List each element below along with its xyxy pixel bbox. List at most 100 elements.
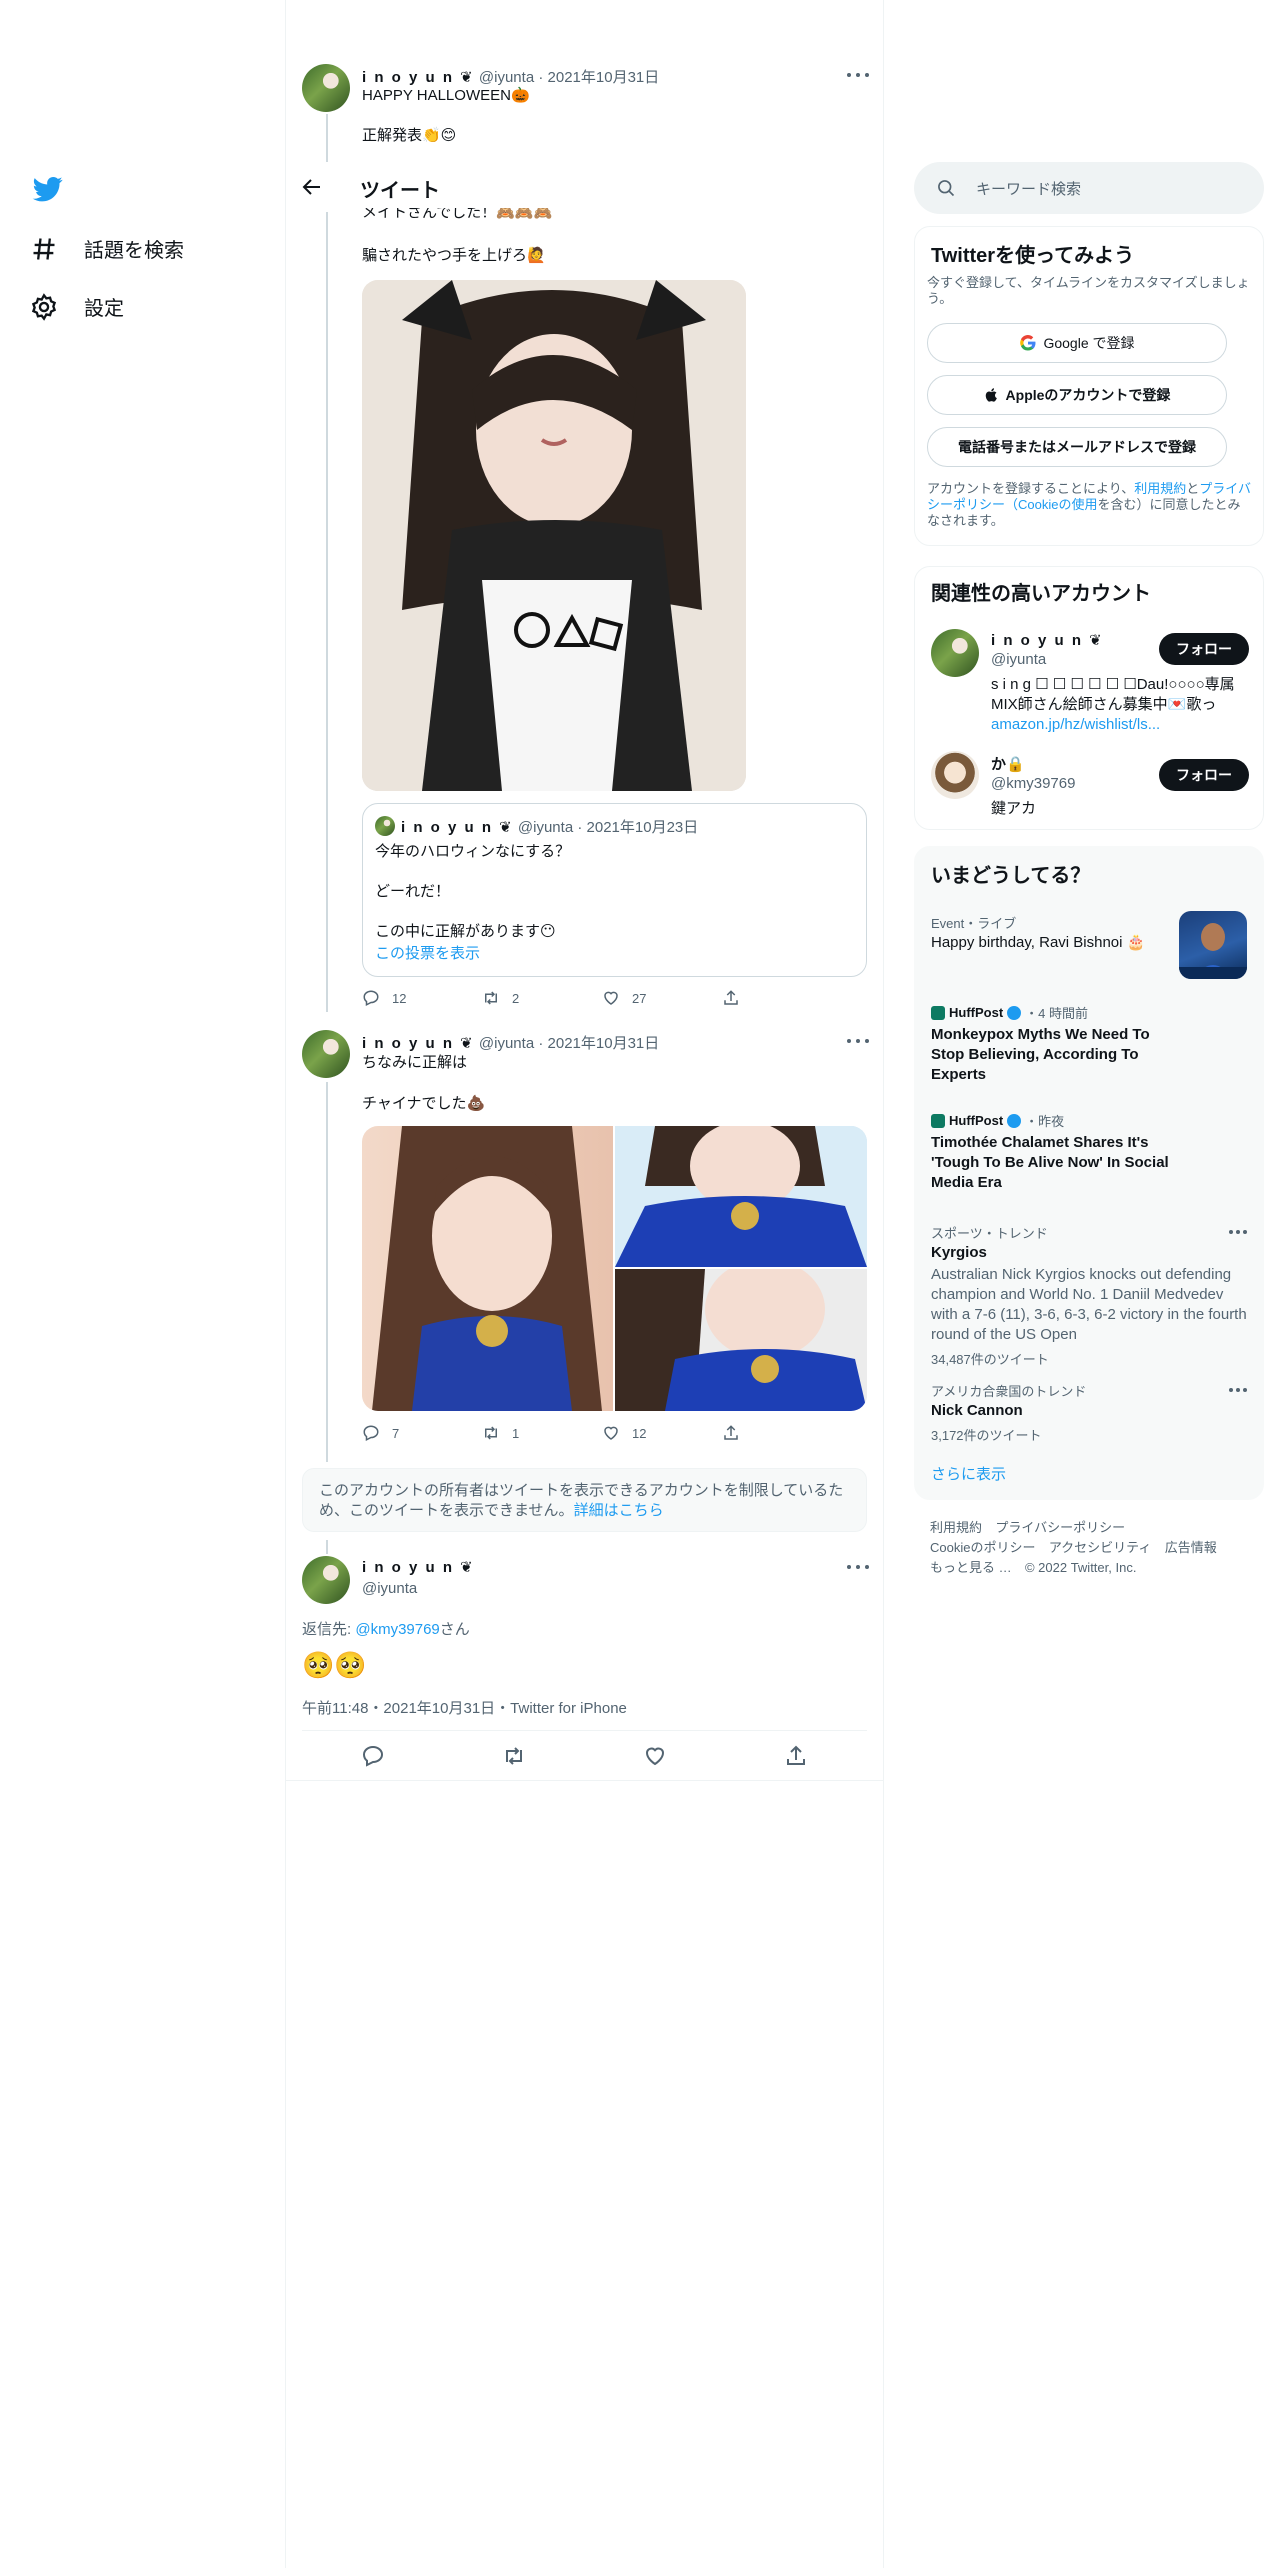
retweet-icon[interactable] <box>502 1744 526 1768</box>
more-icon[interactable] <box>847 1034 869 1048</box>
search-input[interactable]: キーワード検索 <box>976 178 1081 199</box>
author-name[interactable]: i n o y u n ❦ <box>362 1035 475 1052</box>
author-handle[interactable]: @iyunta <box>362 1580 417 1597</box>
author-handle[interactable]: @iyunta <box>479 69 534 86</box>
more-icon[interactable] <box>1229 1225 1247 1239</box>
tweet-photo[interactable] <box>362 1126 613 1411</box>
trend-item[interactable]: Event・ライブ Happy birthday, Ravi Bishnoi 🎂 <box>915 905 1265 985</box>
related-account-item[interactable]: か🔒 @kmy39769 フォロー 鍵アカ <box>915 747 1265 827</box>
footer: 利用規約 プライバシーポリシー Cookieのポリシー アクセシビリティ 広告情… <box>930 1518 1260 1578</box>
retweet-count: 2 <box>512 990 520 1006</box>
tweet-date[interactable]: 2021年10月31日 <box>548 1035 660 1052</box>
avatar[interactable] <box>302 1556 350 1604</box>
phone-email-signup-button[interactable]: 電話番号またはメールアドレスで登録 <box>927 427 1227 467</box>
more-icon[interactable] <box>847 68 869 82</box>
trend-item[interactable]: HuffPost ・昨夜 Timothée Chalamet Shares It… <box>915 1105 1265 1213</box>
author-name[interactable]: i n o y u n ❦ <box>362 1558 475 1576</box>
back-button[interactable] <box>300 175 324 199</box>
tweet-text-line: 正解発表👏😊 <box>362 127 457 144</box>
more-icon[interactable] <box>1229 1383 1247 1397</box>
reply-count: 7 <box>392 1425 400 1441</box>
share-icon[interactable] <box>784 1744 808 1768</box>
retweet-icon <box>485 991 497 1005</box>
share-button[interactable] <box>722 1424 842 1442</box>
like-button[interactable]: 27 <box>602 989 722 1007</box>
terms-link[interactable]: 利用規約 <box>1134 481 1186 496</box>
nav-explore[interactable]: 話題を検索 <box>30 234 184 263</box>
trend-item[interactable]: アメリカ合衆国のトレンド Nick Cannon 3,172件のツイート <box>915 1375 1265 1445</box>
related-account-item[interactable]: i n o y u n ❦ @iyunta フォロー s i n g ☐ ☐ ☐… <box>915 619 1265 733</box>
learn-more-link[interactable]: 詳細はこちら <box>574 1502 664 1519</box>
tweet-photo[interactable] <box>615 1126 867 1267</box>
photo-illustration <box>362 280 746 791</box>
trend-context: Event・ライブ <box>931 916 1017 931</box>
news-headline: Timothée Chalamet Shares It's 'Tough To … <box>931 1134 1169 1191</box>
show-more-link[interactable]: さらに表示 <box>931 1463 1006 1484</box>
account-bio: 鍵アカ <box>991 800 1037 817</box>
tweet-meta[interactable]: 午前11:48・2021年10月31日・Twitter for iPhone <box>302 1697 627 1718</box>
news-source: HuffPost <box>949 1005 1004 1020</box>
follow-button[interactable]: フォロー <box>1159 759 1249 791</box>
signup-terms: アカウントを登録することにより、利用規約とプライバシーポリシー（Cookieの使… <box>927 481 1253 529</box>
author-handle: @iyunta <box>517 819 574 836</box>
footer-link[interactable]: 広告情報 <box>1165 1540 1217 1555</box>
trend-thumbnail-image <box>1179 923 1247 979</box>
reply-button[interactable]: 12 <box>362 989 482 1007</box>
quoted-text-line: この中に正解があります😶 <box>375 923 556 940</box>
view-poll-link[interactable]: この投票を表示 <box>375 944 480 964</box>
tweet-text-line: 騙されたやつ手を上げろ🙋 <box>362 247 546 264</box>
tweet-page-header: ツイート <box>286 162 883 212</box>
reply-icon[interactable] <box>361 1744 385 1768</box>
retweet-button[interactable]: 2 <box>482 989 602 1007</box>
footer-link[interactable]: 利用規約 <box>930 1520 982 1535</box>
news-headline: Monkeypox Myths We Need To Stop Believin… <box>931 1026 1150 1083</box>
tweet-photo[interactable] <box>362 280 746 791</box>
google-signup-button[interactable]: Google で登録 <box>927 323 1227 363</box>
twitter-logo[interactable] <box>32 174 64 204</box>
trend-item[interactable]: HuffPost ・4 時間前 Monkeypox Myths We Need … <box>915 997 1265 1097</box>
reply-icon <box>363 1425 379 1441</box>
tweet-photo[interactable] <box>615 1259 867 1411</box>
author-handle[interactable]: @iyunta <box>479 1035 534 1052</box>
tweet-date[interactable]: 2021年10月31日 <box>548 69 660 86</box>
page-title: ツイート <box>360 180 440 202</box>
more-icon[interactable] <box>847 1560 869 1574</box>
nav-settings[interactable]: 設定 <box>30 292 124 321</box>
trend-thumbnail <box>1179 911 1247 979</box>
main-tweet-body: 🥺🥺 <box>302 1650 367 1680</box>
apple-signup-button[interactable]: Appleのアカウントで登録 <box>927 375 1227 415</box>
footer-link[interactable]: プライバシーポリシー <box>995 1520 1125 1535</box>
retweet-button[interactable]: 1 <box>482 1424 602 1442</box>
avatar <box>931 629 979 677</box>
reply-icon <box>363 990 379 1006</box>
footer-more-link[interactable]: もっと見る … <box>930 1560 1012 1575</box>
footer-link[interactable]: Cookieのポリシー <box>930 1540 1035 1555</box>
share-button[interactable] <box>722 989 842 1007</box>
photo-illustration <box>615 1259 867 1411</box>
footer-link[interactable]: アクセシビリティ <box>1049 1540 1152 1555</box>
trends-title: いまどうしてる？ <box>931 865 1091 887</box>
trend-item[interactable]: スポーツ・トレンド Kyrgios Australian Nick Kyrgio… <box>915 1213 1265 1373</box>
google-icon <box>1020 335 1036 351</box>
account-handle: @iyunta <box>991 651 1047 668</box>
news-source: HuffPost <box>949 1113 1004 1128</box>
follow-button[interactable]: フォロー <box>1159 633 1249 665</box>
like-button[interactable]: 12 <box>602 1424 722 1442</box>
avatar[interactable] <box>302 1030 350 1078</box>
author-name[interactable]: i n o y u n ❦ <box>362 69 475 86</box>
bio-link[interactable]: amazon.jp/hz/wishlist/ls... <box>991 716 1160 733</box>
avatar <box>375 816 395 836</box>
search-bar[interactable]: キーワード検索 <box>914 162 1264 214</box>
heart-icon[interactable] <box>643 1744 667 1768</box>
trend-title: Happy birthday, Ravi Bishnoi 🎂 <box>931 934 1146 951</box>
trend-title: Kyrgios <box>931 1244 987 1261</box>
reply-to-link[interactable]: @kmy39769 <box>355 1621 439 1638</box>
trend-title: Nick Cannon <box>931 1402 1023 1419</box>
heart-icon <box>604 1426 618 1440</box>
reply-button[interactable]: 7 <box>362 1424 482 1442</box>
column-border-right <box>883 0 884 2568</box>
quoted-tweet[interactable]: i n o y u n ❦ @iyunta · 2021年10月23日 今年のハ… <box>362 803 867 977</box>
avatar[interactable] <box>302 64 350 112</box>
photo-illustration <box>372 1126 602 1411</box>
divider <box>286 1780 883 1781</box>
